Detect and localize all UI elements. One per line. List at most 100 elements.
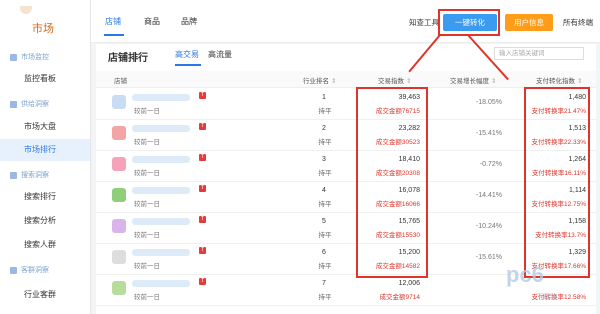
rank-change: 持平	[318, 170, 332, 177]
table-row[interactable]: T 较前一日 2 持平 23,282 成交金额30523 -15.41% 1,5…	[96, 119, 596, 151]
col-trade-growth[interactable]: 交易增长幅度 ⇕	[450, 75, 496, 85]
industry-rank: 7	[322, 280, 326, 287]
subtab-high-trade[interactable]: 高交易	[175, 49, 199, 60]
rank-change: 持平	[318, 139, 332, 146]
col-trade-index[interactable]: 交易指数 ⇕	[378, 75, 411, 85]
shop-name-blurred	[132, 94, 190, 101]
sidebar-item-market-overview[interactable]: 市场大盘	[0, 116, 90, 138]
section-icon	[10, 171, 17, 179]
rank-change: 持平	[318, 294, 332, 301]
compare-label: 较前一日	[134, 263, 160, 270]
industry-rank: 1	[322, 94, 326, 101]
shop-thumbnail	[112, 157, 126, 171]
watermark-logo: pc6 下载站	[506, 262, 557, 301]
shop-thumbnail	[112, 126, 126, 140]
industry-rank: 4	[322, 187, 326, 194]
compare-label: 较前一日	[134, 201, 160, 208]
col-industry-rank[interactable]: 行业排名 ⇕	[303, 75, 336, 85]
sidebar-item-search-crowd[interactable]: 搜索人群	[0, 234, 90, 256]
rank-change: 持平	[318, 201, 332, 208]
rank-change: 持平	[318, 232, 332, 239]
rank-change: 持平	[318, 108, 332, 115]
trade-amount: 成交金额9714	[379, 294, 420, 301]
sidebar-item-search-ranking[interactable]: 搜索排行	[0, 186, 90, 208]
shop-thumbnail	[112, 281, 126, 295]
sidebar-item-monitor-board[interactable]: 监控看板	[0, 68, 90, 90]
industry-rank: 5	[322, 218, 326, 225]
shop-name-blurred	[132, 249, 190, 256]
rank-change: 持平	[318, 263, 332, 270]
table-header: 店铺 行业排名 ⇕ 交易指数 ⇕ 交易增长幅度 ⇕ 支付转化指数 ⇕	[96, 71, 596, 88]
compare-label: 较前一日	[134, 108, 160, 115]
industry-rank: 3	[322, 156, 326, 163]
section-market-monitor: 市场监控	[10, 52, 49, 62]
trade-index: 12,006	[398, 280, 420, 287]
shop-thumbnail	[112, 95, 126, 109]
trade-growth: -15.61%	[475, 254, 502, 261]
active-tab-indicator	[104, 34, 124, 36]
tab-product[interactable]: 商品	[144, 16, 160, 27]
tab-brand[interactable]: 品牌	[181, 16, 197, 27]
sort-icon: ⇕	[331, 78, 337, 85]
sidebar-title: 市场	[32, 23, 54, 35]
table-row[interactable]: T 较前一日 3 持平 18,410 成交金额20308 -0.72% 1,26…	[96, 150, 596, 182]
shop-search-input[interactable]: 输入店铺关键词	[494, 47, 584, 60]
tmall-tag-icon: T	[199, 185, 206, 192]
tab-shop[interactable]: 店铺	[105, 16, 121, 27]
tmall-tag-icon: T	[199, 123, 206, 130]
col-shop: 店铺	[114, 78, 127, 85]
sort-icon: ⇕	[406, 78, 412, 85]
tmall-tag-icon: T	[199, 247, 206, 254]
tool-link[interactable]: 知查工具	[409, 17, 439, 28]
section-supply-insight: 供给洞察	[10, 99, 49, 109]
shop-name-blurred	[132, 280, 190, 287]
panel-title: 店铺排行	[108, 53, 148, 64]
industry-rank: 6	[322, 249, 326, 256]
table-row[interactable]: T 较前一日 5 持平 15,765 成交金额15530 -10.24% 1,1…	[96, 212, 596, 244]
highlight-box-convert	[438, 9, 500, 36]
logo-badge-icon	[20, 6, 32, 14]
compare-label: 较前一日	[134, 232, 160, 239]
tmall-tag-icon: T	[199, 154, 206, 161]
industry-rank: 2	[322, 125, 326, 132]
shop-name-blurred	[132, 218, 190, 225]
sidebar-item-market-ranking[interactable]: 市场排行	[0, 139, 90, 161]
tmall-tag-icon: T	[199, 216, 206, 223]
section-icon	[10, 53, 17, 61]
shop-name-blurred	[132, 125, 190, 132]
table-row[interactable]: T 较前一日 1 持平 39,463 成交金额76715 -18.05% 1,4…	[96, 88, 596, 120]
shop-thumbnail	[112, 188, 126, 202]
highlight-box-pay-conversion	[524, 87, 590, 278]
tmall-tag-icon: T	[199, 92, 206, 99]
subtab-high-traffic[interactable]: 高流量	[208, 49, 232, 60]
trade-growth: -10.24%	[475, 223, 502, 230]
shop-thumbnail	[112, 219, 126, 233]
shop-thumbnail	[112, 250, 126, 264]
highlight-box-trade-index	[356, 87, 428, 278]
shop-name-blurred	[132, 187, 190, 194]
section-customer-insight: 客群洞察	[10, 265, 49, 275]
table-row[interactable]: T 较前一日 4 持平 16,078 成交金额16066 -14.41% 1,1…	[96, 181, 596, 213]
sort-icon: ⇕	[491, 78, 497, 85]
sidebar-item-search-analysis[interactable]: 搜索分析	[0, 210, 90, 232]
sidebar: 市场 市场监控 监控看板 供给洞察 市场大盘 市场排行 搜索洞察 搜索排行 搜索…	[0, 0, 91, 314]
section-icon	[10, 266, 17, 274]
terminal-select[interactable]: 所有终端	[563, 17, 593, 28]
compare-label: 较前一日	[134, 294, 160, 301]
sidebar-item-industry-crowd[interactable]: 行业客群	[0, 284, 90, 306]
sort-icon: ⇕	[577, 78, 583, 85]
col-pay-conversion[interactable]: 支付转化指数 ⇕	[536, 75, 582, 85]
section-icon	[10, 100, 17, 108]
tmall-tag-icon: T	[199, 278, 206, 285]
shop-name-blurred	[132, 156, 190, 163]
compare-label: 较前一日	[134, 170, 160, 177]
market-logo: 市场	[6, 6, 86, 36]
trade-growth: -14.41%	[475, 192, 502, 199]
trade-growth: -18.05%	[475, 99, 502, 106]
trade-growth: -0.72%	[479, 161, 502, 168]
active-subtab-indicator	[175, 64, 201, 66]
section-search-insight: 搜索洞察	[10, 170, 49, 180]
top-bar: 店铺 商品 品牌 知查工具 一键转化 用户信息 所有终端	[91, 0, 600, 43]
user-info-button[interactable]: 用户信息	[505, 14, 553, 31]
trade-growth: -15.41%	[475, 130, 502, 137]
